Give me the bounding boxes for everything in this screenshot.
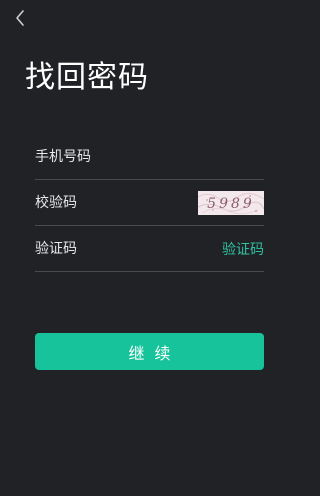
find-password-form: 5989 验证码	[35, 134, 264, 272]
back-button[interactable]	[8, 6, 32, 30]
page-title: 找回密码	[25, 60, 149, 95]
phone-input[interactable]	[35, 141, 264, 172]
captcha-image[interactable]: 5989	[198, 190, 264, 215]
find-password-screen: 找回密码 5989 验证码 继续	[0, 0, 300, 496]
continue-button[interactable]: 继续	[35, 333, 264, 370]
chevron-left-icon	[16, 10, 24, 26]
phone-row	[35, 134, 264, 180]
captcha-row: 5989	[35, 180, 264, 226]
send-code-link[interactable]: 验证码	[222, 239, 264, 259]
sms-code-input[interactable]	[35, 233, 222, 264]
captcha-text: 5989	[207, 196, 255, 212]
captcha-input[interactable]	[35, 187, 198, 218]
sms-code-row: 验证码	[35, 226, 264, 272]
